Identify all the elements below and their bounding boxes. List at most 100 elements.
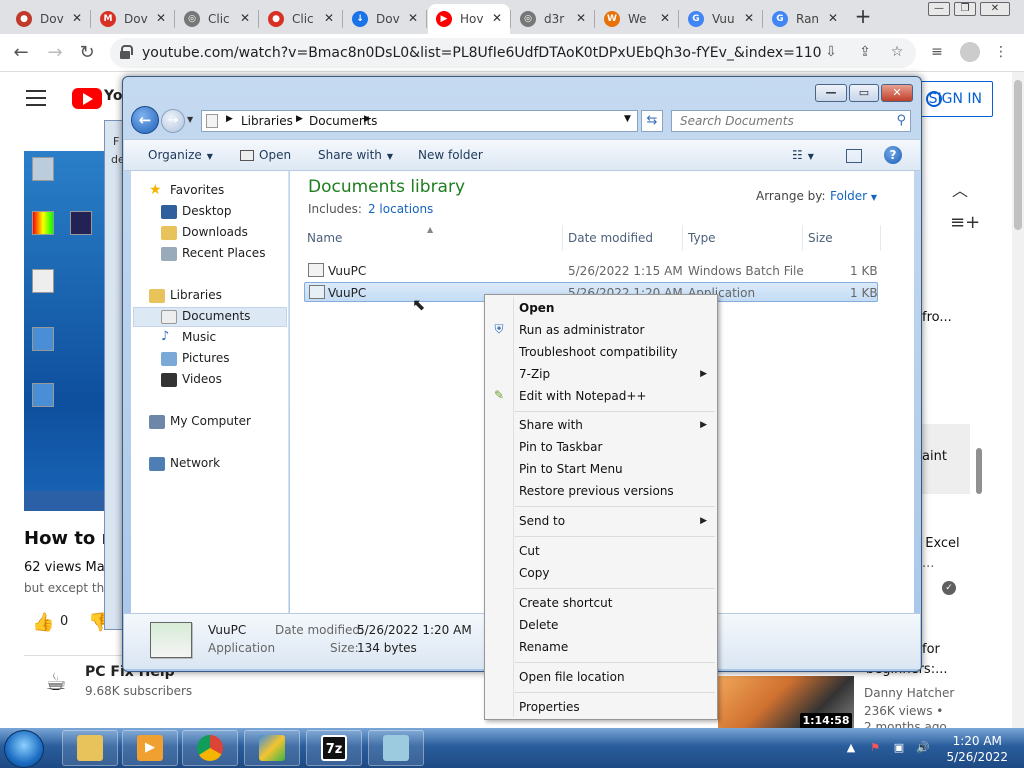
column-header-name[interactable]: Name	[307, 231, 342, 245]
recommendation-title[interactable]: aint	[922, 449, 947, 464]
browser-tab[interactable]: ↓ Dov ✕	[344, 4, 426, 34]
new-folder-button[interactable]: New folder	[418, 148, 483, 162]
browser-tab[interactable]: G Vuu ✕	[680, 4, 762, 34]
youtube-logo-icon[interactable]	[72, 88, 102, 109]
refresh-icon[interactable]: ⇆	[641, 110, 663, 132]
nav-libraries[interactable]: Libraries	[149, 288, 222, 303]
nav-favorites[interactable]: ★ Favorites	[149, 183, 224, 198]
close-tab-icon[interactable]: ✕	[156, 11, 166, 25]
explorer-maximize-button[interactable]: ▭	[849, 84, 879, 102]
taskbar-notepad[interactable]	[368, 730, 424, 766]
explorer-minimize-button[interactable]: —	[815, 84, 847, 102]
taskbar-chrome[interactable]	[182, 730, 238, 766]
taskbar-media-player[interactable]: ▶	[122, 730, 178, 766]
file-row[interactable]: VuuPC 5/26/2022 1:15 AM Windows Batch Fi…	[304, 261, 878, 281]
browser-tab[interactable]: W We ✕	[596, 4, 678, 34]
profile-avatar-icon[interactable]	[960, 42, 980, 62]
url-text[interactable]: youtube.com/watch?v=Bmac8n0DsL0&list=PL8…	[142, 45, 822, 61]
locations-link[interactable]: 2 locations	[368, 202, 433, 216]
network-icon[interactable]: ▣	[892, 741, 906, 755]
taskbar-app[interactable]	[244, 730, 300, 766]
nav-pictures[interactable]: Pictures	[161, 351, 230, 366]
restore-button[interactable]: ❐	[954, 2, 976, 16]
nav-music[interactable]: ♪ Music	[161, 330, 216, 345]
hamburger-menu-icon[interactable]	[26, 90, 46, 106]
chevron-right-icon[interactable]: ▶	[226, 114, 233, 124]
nav-documents[interactable]: Documents	[161, 309, 250, 324]
chevron-up-icon[interactable]: ︿	[952, 177, 968, 201]
minimize-button[interactable]: —	[928, 2, 950, 16]
video-description[interactable]: but except th	[24, 581, 104, 595]
browser-tab[interactable]: ◎ Clic ✕	[176, 4, 258, 34]
browser-tab[interactable]: ● Clic ✕	[260, 4, 342, 34]
search-icon[interactable]: ⚲	[896, 113, 906, 128]
close-tab-icon[interactable]: ✕	[492, 11, 502, 25]
close-tab-icon[interactable]: ✕	[72, 11, 82, 25]
show-hidden-icons[interactable]: ▲	[844, 741, 858, 755]
menu-item-open[interactable]: Open	[519, 301, 554, 315]
nav-network[interactable]: Network	[149, 456, 220, 471]
column-divider[interactable]	[562, 225, 563, 251]
back-arrow-icon[interactable]: ←	[10, 42, 32, 64]
new-tab-button[interactable]: +	[852, 6, 874, 28]
column-header-type[interactable]: Type	[688, 231, 716, 245]
action-center-icon[interactable]: ⚑	[868, 741, 882, 755]
volume-icon[interactable]: 🔊	[916, 741, 930, 755]
channel-avatar[interactable]: ☕	[38, 664, 74, 700]
address-bar[interactable]: youtube.com/watch?v=Bmac8n0DsL0&list=PL8…	[110, 38, 916, 68]
recommendation-title[interactable]: t Excel	[916, 536, 960, 551]
nav-recent-places[interactable]: Recent Places	[161, 246, 265, 261]
menu-item-pin-start[interactable]: Pin to Start Menu	[519, 462, 623, 476]
help-icon[interactable]: ?	[884, 146, 902, 164]
sign-in-button[interactable]: SIGN IN	[917, 81, 993, 117]
nav-downloads[interactable]: Downloads	[161, 225, 248, 240]
browser-tab[interactable]: G Ran ✕	[764, 4, 846, 34]
nav-my-computer[interactable]: My Computer	[149, 414, 251, 429]
menu-item-delete[interactable]: Delete	[519, 618, 558, 632]
organize-button[interactable]: Organize ▼	[148, 148, 213, 162]
playlist-scrollbar[interactable]	[976, 448, 982, 494]
menu-dots-icon[interactable]: ⋮	[992, 44, 1010, 62]
search-input[interactable]: Search Documents ⚲	[671, 110, 911, 132]
column-header-date[interactable]: Date modified	[568, 231, 653, 245]
column-divider[interactable]	[802, 225, 803, 251]
menu-item-open-file-location[interactable]: Open file location	[519, 670, 625, 684]
views-icon[interactable]: ☷ ▼	[792, 148, 814, 162]
forward-arrow-icon[interactable]: →	[161, 109, 185, 133]
menu-item-send-to[interactable]: Send to	[519, 514, 565, 528]
menu-item-share-with[interactable]: Share with	[519, 418, 583, 432]
recommendation-title[interactable]: for	[922, 642, 940, 657]
close-tab-icon[interactable]: ✕	[660, 11, 670, 25]
share-icon[interactable]: ⇪	[856, 44, 874, 62]
menu-item-run-as-admin[interactable]: Run as administrator	[519, 323, 644, 337]
close-tab-icon[interactable]: ✕	[408, 11, 418, 25]
lock-icon[interactable]	[120, 45, 133, 59]
explorer-close-button[interactable]: ✕	[881, 84, 913, 102]
browser-tab[interactable]: ▶ Hov ✕	[428, 4, 510, 34]
recommendation-title[interactable]: fro...	[922, 310, 952, 325]
page-scrollbar-thumb[interactable]	[1014, 80, 1022, 230]
arrange-by-dropdown[interactable]: Folder ▼	[830, 189, 877, 203]
add-to-queue-icon[interactable]: ≡+	[950, 212, 980, 233]
close-tab-icon[interactable]: ✕	[324, 11, 334, 25]
reload-icon[interactable]: ↻	[76, 42, 98, 64]
recent-pages-dropdown-icon[interactable]: ▼	[187, 115, 193, 124]
menu-item-pin-taskbar[interactable]: Pin to Taskbar	[519, 440, 602, 454]
install-icon[interactable]: ⇩	[822, 44, 840, 62]
close-tab-icon[interactable]: ✕	[576, 11, 586, 25]
menu-item-restore-versions[interactable]: Restore previous versions	[519, 484, 674, 498]
address-dropdown-icon[interactable]: ▼	[624, 114, 631, 124]
column-divider[interactable]	[880, 225, 881, 251]
taskbar-7zip[interactable]: 7z	[306, 730, 362, 766]
menu-item-copy[interactable]: Copy	[519, 566, 549, 580]
browser-tab[interactable]: ◎ d3r ✕	[512, 4, 594, 34]
back-arrow-icon[interactable]: ←	[131, 106, 159, 134]
forward-arrow-icon[interactable]: →	[44, 42, 66, 64]
chevron-right-icon[interactable]: ▶	[296, 114, 303, 124]
share-with-button[interactable]: Share with ▼	[318, 148, 393, 162]
browser-tab[interactable]: M Dov ✕	[92, 4, 174, 34]
preview-pane-icon[interactable]	[846, 149, 862, 163]
menu-item-create-shortcut[interactable]: Create shortcut	[519, 596, 612, 610]
column-header-size[interactable]: Size	[808, 231, 833, 245]
column-divider[interactable]	[682, 225, 683, 251]
